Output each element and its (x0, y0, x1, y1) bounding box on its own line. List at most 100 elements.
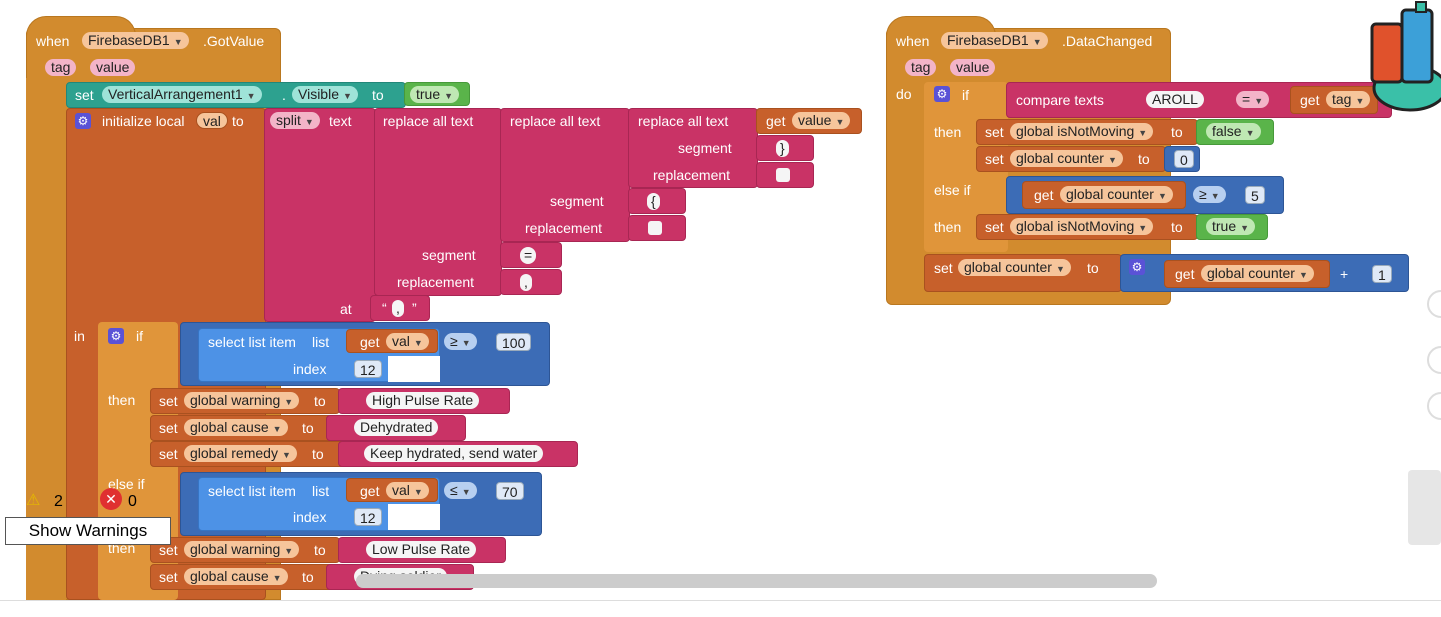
quote-close: ” (412, 300, 417, 316)
when-label: when (36, 33, 70, 49)
then-label: then (108, 392, 136, 408)
seg1-value[interactable]: } (776, 140, 789, 157)
gear-icon[interactable]: ⚙ (75, 113, 91, 129)
then-label: then (934, 124, 962, 140)
component-dropdown[interactable]: FirebaseDB1 ▼ (82, 32, 189, 49)
false-dropdown[interactable]: false ▼ (1206, 123, 1261, 140)
replace-label-3: replace all text (638, 113, 729, 129)
zoom-out-icon[interactable] (1427, 392, 1441, 420)
operator-ge[interactable]: ≥ ▼ (1193, 186, 1226, 203)
set-label: set (75, 87, 94, 103)
get-counter-dropdown[interactable]: global counter ▼ (1060, 186, 1173, 203)
split-block[interactable] (264, 108, 376, 322)
param-tag[interactable]: tag (45, 59, 77, 76)
split-dropdown[interactable]: split ▼ (270, 112, 320, 129)
true-dropdown[interactable]: true ▼ (410, 86, 460, 103)
index-value[interactable]: 12 (354, 508, 382, 526)
gear-icon[interactable]: ⚙ (1129, 259, 1145, 275)
seg2-value[interactable]: { (647, 193, 660, 210)
if-label: if (136, 328, 143, 344)
var-dropdown[interactable]: global warning ▼ (184, 541, 300, 558)
var-dropdown[interactable]: global cause ▼ (184, 568, 288, 585)
seg3-value[interactable]: = (520, 247, 537, 264)
warning-count: 2 (54, 493, 63, 510)
compare-op[interactable]: = ▼ (1236, 91, 1270, 108)
event-name: .DataChanged (1062, 33, 1153, 49)
gear-icon[interactable]: ⚙ (108, 328, 124, 344)
error-count: 0 (128, 493, 137, 510)
get-counter-dropdown[interactable]: global counter ▼ (1201, 265, 1314, 282)
var-dropdown[interactable]: global counter ▼ (1010, 150, 1123, 167)
local-var-name[interactable]: val (196, 112, 228, 129)
zoom-reset-icon[interactable] (1427, 290, 1441, 318)
get-label: get (360, 483, 380, 499)
index-gap (388, 356, 440, 382)
get-value-dropdown[interactable]: value ▼ (792, 112, 851, 129)
show-warnings-button[interactable]: Show Warnings (5, 517, 171, 545)
init-label: initialize local (102, 113, 185, 129)
text-value[interactable]: Keep hydrated, send water (364, 445, 544, 462)
in-label: in (74, 328, 85, 344)
param-value[interactable]: value (90, 59, 136, 76)
text-value[interactable]: Dehydrated (354, 419, 439, 436)
set-label: set (159, 420, 178, 436)
index-gap-2 (388, 504, 440, 530)
replacement-label-3: replacement (397, 274, 475, 290)
when-label: when (896, 33, 930, 49)
to-label: to (302, 569, 314, 585)
component-dropdown[interactable]: FirebaseDB1 ▼ (941, 32, 1048, 49)
select-label: select list item (208, 483, 296, 499)
compare-label: compare texts (1016, 92, 1104, 108)
index-value[interactable]: 12 (354, 360, 382, 378)
at-value[interactable]: , (392, 300, 404, 317)
gear-icon[interactable]: ⚙ (934, 86, 950, 102)
to-label: to (312, 446, 324, 462)
rep3-value[interactable]: , (520, 274, 532, 291)
var-dropdown[interactable]: global cause ▼ (184, 419, 288, 436)
init-to-label: to (232, 113, 244, 129)
get-tag-dropdown[interactable]: tag ▼ (1326, 91, 1371, 108)
component-select[interactable]: VerticalArrangement1 ▼ (102, 86, 262, 103)
compare-text-value[interactable]: AROLL (1146, 91, 1204, 108)
var-dropdown[interactable]: global isNotMoving ▼ (1010, 218, 1154, 235)
param-tag[interactable]: tag (905, 59, 937, 76)
rep2-empty[interactable] (648, 221, 662, 235)
num-100[interactable]: 100 (496, 333, 532, 351)
replace-block-1[interactable] (374, 108, 502, 296)
else-if-label: else if (934, 182, 971, 198)
segment-label-1: segment (678, 140, 732, 156)
get-val-dropdown[interactable]: val ▼ (386, 482, 429, 499)
operator-ge[interactable]: ≥ ▼ (444, 333, 477, 350)
zoom-in-icon[interactable] (1427, 346, 1441, 374)
param-value[interactable]: value (950, 59, 996, 76)
split-at-label: at (340, 301, 352, 317)
num-5[interactable]: 5 (1245, 186, 1265, 204)
if-label: if (962, 87, 969, 103)
horizontal-scrollbar[interactable] (356, 574, 1157, 588)
set-label: set (159, 393, 178, 409)
event-name: .GotValue (203, 33, 265, 49)
text-value[interactable]: Low Pulse Rate (366, 541, 477, 558)
var-dropdown[interactable]: global warning ▼ (184, 392, 300, 409)
var-dropdown[interactable]: global counter ▼ (958, 259, 1071, 276)
text-value[interactable]: High Pulse Rate (366, 392, 480, 409)
true-dropdown[interactable]: true ▼ (1206, 218, 1256, 235)
property-select[interactable]: Visible ▼ (292, 86, 358, 103)
var-dropdown[interactable]: global remedy ▼ (184, 445, 297, 462)
to-label: to (1087, 260, 1099, 276)
get-label: get (1175, 266, 1195, 282)
rep1-empty[interactable] (776, 168, 790, 182)
set-label: set (985, 151, 1004, 167)
error-icon: ✕ (100, 488, 122, 510)
zero-value[interactable]: 0 (1174, 150, 1194, 168)
var-dropdown[interactable]: global isNotMoving ▼ (1010, 123, 1154, 140)
trash-icon[interactable] (1408, 470, 1441, 545)
num-70[interactable]: 70 (496, 482, 524, 500)
backpack-icon[interactable] (1366, 0, 1441, 116)
one-value[interactable]: 1 (1372, 265, 1392, 283)
to-label: to (302, 420, 314, 436)
operator-le[interactable]: ≤ ▼ (444, 482, 477, 499)
set-label: set (934, 260, 953, 276)
plus-label: + (1340, 266, 1349, 282)
get-val-dropdown[interactable]: val ▼ (386, 333, 429, 350)
